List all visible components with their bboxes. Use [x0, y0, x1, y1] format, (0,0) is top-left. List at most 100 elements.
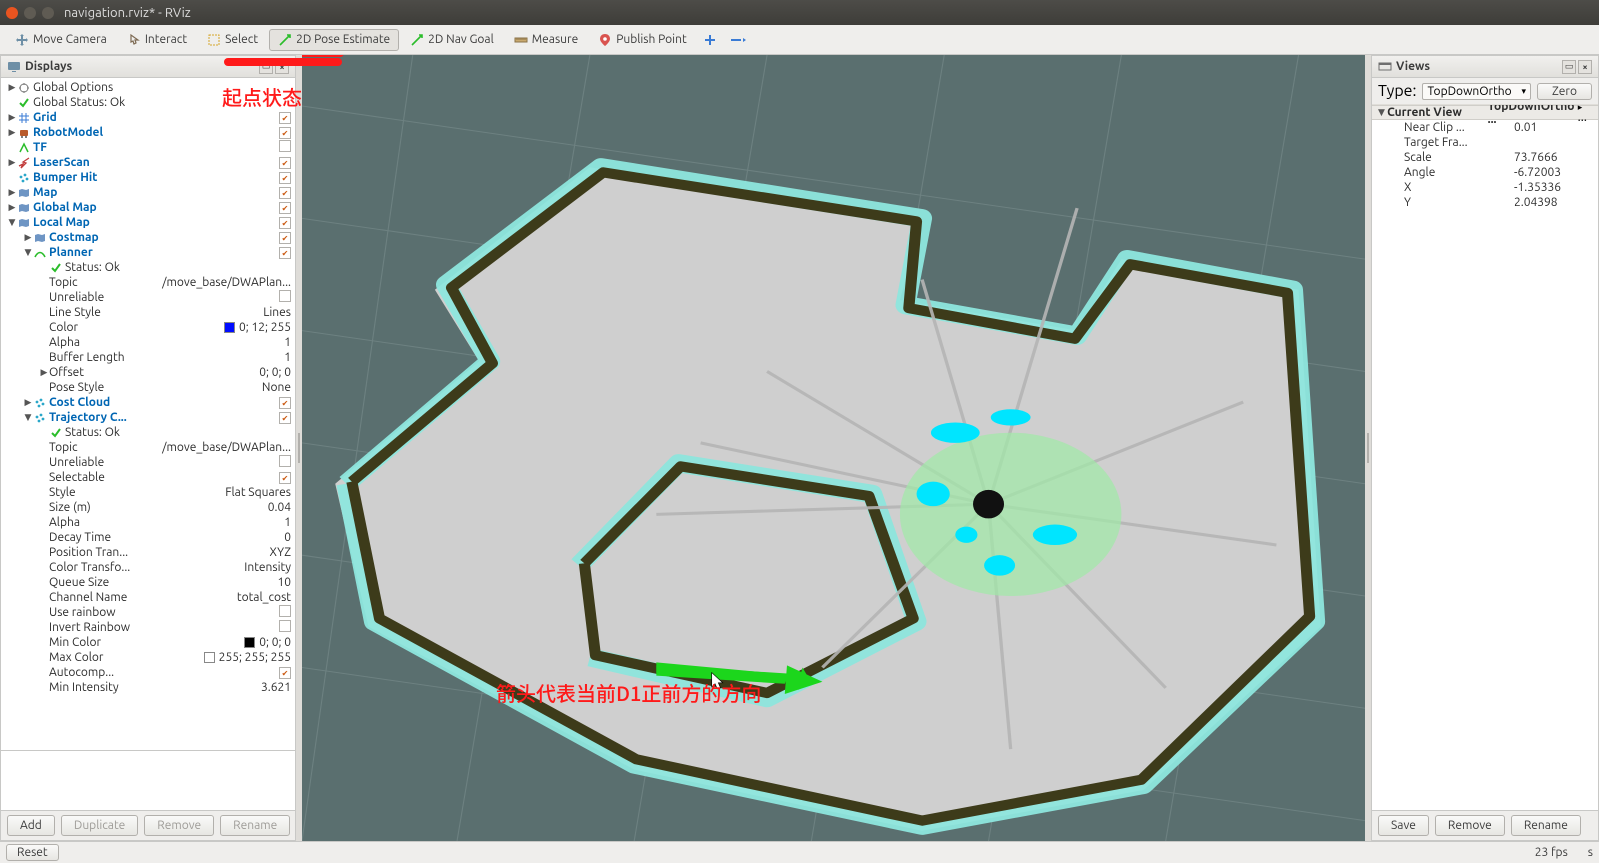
checkbox[interactable]	[279, 455, 291, 467]
tree-value[interactable]: /move_base/DWAPlan...	[154, 441, 291, 454]
tree-value[interactable]: Flat Squares	[217, 486, 291, 499]
view-property-row[interactable]: Target Fra...	[1372, 135, 1598, 150]
tree-row[interactable]: ▶Cost Cloud	[1, 395, 295, 410]
tree-value[interactable]: 0	[276, 531, 291, 544]
tree-value[interactable]: 10	[269, 576, 291, 589]
checkbox[interactable]	[279, 217, 291, 229]
tree-value[interactable]: 255; 255; 255	[196, 651, 291, 664]
tree-value[interactable]: Lines	[255, 306, 291, 319]
checkbox[interactable]	[279, 472, 291, 484]
view-property-row[interactable]: Angle-6.72003	[1372, 165, 1598, 180]
checkbox[interactable]	[279, 127, 291, 139]
tree-value[interactable]: Intensity	[236, 561, 291, 574]
tree-row[interactable]: Color Transfo...Intensity	[1, 560, 295, 575]
remove-button[interactable]: Remove	[144, 815, 214, 836]
checkbox[interactable]	[279, 412, 291, 424]
tree-value[interactable]: 0; 0; 0	[236, 636, 291, 649]
tree-row[interactable]: ▼Local Map	[1, 215, 295, 230]
tree-value[interactable]: 3.621	[253, 681, 291, 694]
select-tool[interactable]: Select	[198, 29, 267, 51]
view-property-row[interactable]: Scale73.7666	[1372, 150, 1598, 165]
tree-row[interactable]: Global Status: Ok	[1, 95, 295, 110]
tree-row[interactable]: ▶Global Map	[1, 200, 295, 215]
tree-row[interactable]: Position Tran...XYZ	[1, 545, 295, 560]
rename-button[interactable]: Rename	[220, 815, 290, 836]
tree-row[interactable]: ▶Global Options	[1, 80, 295, 95]
remove-tool-button[interactable]	[724, 29, 752, 51]
views-close-button[interactable]: ×	[1578, 60, 1592, 74]
tree-row[interactable]: TF	[1, 140, 295, 155]
checkbox[interactable]	[279, 605, 291, 617]
tree-row[interactable]: Bumper Hit	[1, 170, 295, 185]
checkbox[interactable]	[279, 140, 291, 152]
checkbox[interactable]	[279, 202, 291, 214]
tree-row[interactable]: Queue Size10	[1, 575, 295, 590]
tree-row[interactable]: StyleFlat Squares	[1, 485, 295, 500]
minimize-window-button[interactable]	[24, 7, 36, 19]
tree-row[interactable]: Size (m)0.04	[1, 500, 295, 515]
duplicate-button[interactable]: Duplicate	[61, 815, 138, 836]
measure-tool[interactable]: Measure	[505, 29, 587, 51]
displays-tree[interactable]: ▶Global OptionsGlobal Status: Ok▶Grid▶Ro…	[1, 78, 295, 750]
nav-goal-tool[interactable]: 2D Nav Goal	[401, 29, 503, 51]
tree-row[interactable]: Status: Ok	[1, 260, 295, 275]
tree-row[interactable]: Min Color0; 0; 0	[1, 635, 295, 650]
checkbox[interactable]	[279, 112, 291, 124]
tree-row[interactable]: ▼Planner	[1, 245, 295, 260]
pose-estimate-tool[interactable]: 2D Pose Estimate	[269, 29, 399, 51]
tree-value[interactable]: 1	[276, 336, 291, 349]
tree-row[interactable]: Alpha1	[1, 335, 295, 350]
tree-row[interactable]: Channel Nametotal_cost	[1, 590, 295, 605]
tree-row[interactable]: ▶Grid	[1, 110, 295, 125]
tree-row[interactable]: ▶Map	[1, 185, 295, 200]
tree-row[interactable]: Selectable	[1, 470, 295, 485]
add-button[interactable]: Add	[7, 815, 55, 836]
tree-row[interactable]: Color0; 12; 255	[1, 320, 295, 335]
tree-row[interactable]: Unreliable	[1, 455, 295, 470]
views-undock-button[interactable]: ▭	[1562, 60, 1576, 74]
views-remove-button[interactable]: Remove	[1435, 815, 1505, 836]
tree-row[interactable]: ▶Offset0; 0; 0	[1, 365, 295, 380]
move-camera-tool[interactable]: Move Camera	[6, 29, 116, 51]
view-property-row[interactable]: Y2.04398	[1372, 195, 1598, 210]
interact-tool[interactable]: Interact	[118, 29, 196, 51]
tree-row[interactable]: ▼Trajectory C...	[1, 410, 295, 425]
reset-button[interactable]: Reset	[6, 844, 59, 861]
checkbox[interactable]	[279, 172, 291, 184]
tree-value[interactable]: 0; 0; 0	[251, 366, 291, 379]
publish-point-tool[interactable]: Publish Point	[589, 29, 695, 51]
views-tree[interactable]: ▼ Current View TopDownOrtho ... ▸ … Near…	[1372, 105, 1598, 810]
views-save-button[interactable]: Save	[1378, 815, 1429, 836]
tree-value[interactable]: 0.04	[260, 501, 291, 514]
checkbox[interactable]	[279, 232, 291, 244]
tree-row[interactable]: Min Intensity3.621	[1, 680, 295, 695]
checkbox[interactable]	[279, 157, 291, 169]
checkbox[interactable]	[279, 247, 291, 259]
tree-row[interactable]: Alpha1	[1, 515, 295, 530]
tree-value[interactable]: None	[254, 381, 291, 394]
tree-row[interactable]: ▶RobotModel	[1, 125, 295, 140]
tree-row[interactable]: ▶LaserScan	[1, 155, 295, 170]
tree-row[interactable]: Buffer Length1	[1, 350, 295, 365]
tree-row[interactable]: Pose StyleNone	[1, 380, 295, 395]
checkbox[interactable]	[279, 620, 291, 632]
tree-value[interactable]: total_cost	[229, 591, 291, 604]
tree-row[interactable]: Use rainbow	[1, 605, 295, 620]
tree-row[interactable]: Unreliable	[1, 290, 295, 305]
tree-value[interactable]: XYZ	[261, 546, 291, 559]
view-type-select[interactable]: TopDownOrtho▾	[1422, 83, 1531, 100]
tree-row[interactable]: Autocomp...	[1, 665, 295, 680]
add-tool-button[interactable]	[698, 29, 722, 51]
tree-row[interactable]: Topic/move_base/DWAPlan...	[1, 440, 295, 455]
3d-viewport[interactable]	[302, 55, 1365, 841]
tree-row[interactable]: Status: Ok	[1, 425, 295, 440]
zero-button[interactable]: Zero	[1537, 83, 1592, 100]
close-window-button[interactable]	[6, 7, 18, 19]
tree-row[interactable]: Invert Rainbow	[1, 620, 295, 635]
tree-value[interactable]: /move_base/DWAPlan...	[154, 276, 291, 289]
tree-row[interactable]: Decay Time0	[1, 530, 295, 545]
tree-row[interactable]: Max Color255; 255; 255	[1, 650, 295, 665]
maximize-window-button[interactable]	[42, 7, 54, 19]
checkbox[interactable]	[279, 397, 291, 409]
tree-row[interactable]: Line StyleLines	[1, 305, 295, 320]
